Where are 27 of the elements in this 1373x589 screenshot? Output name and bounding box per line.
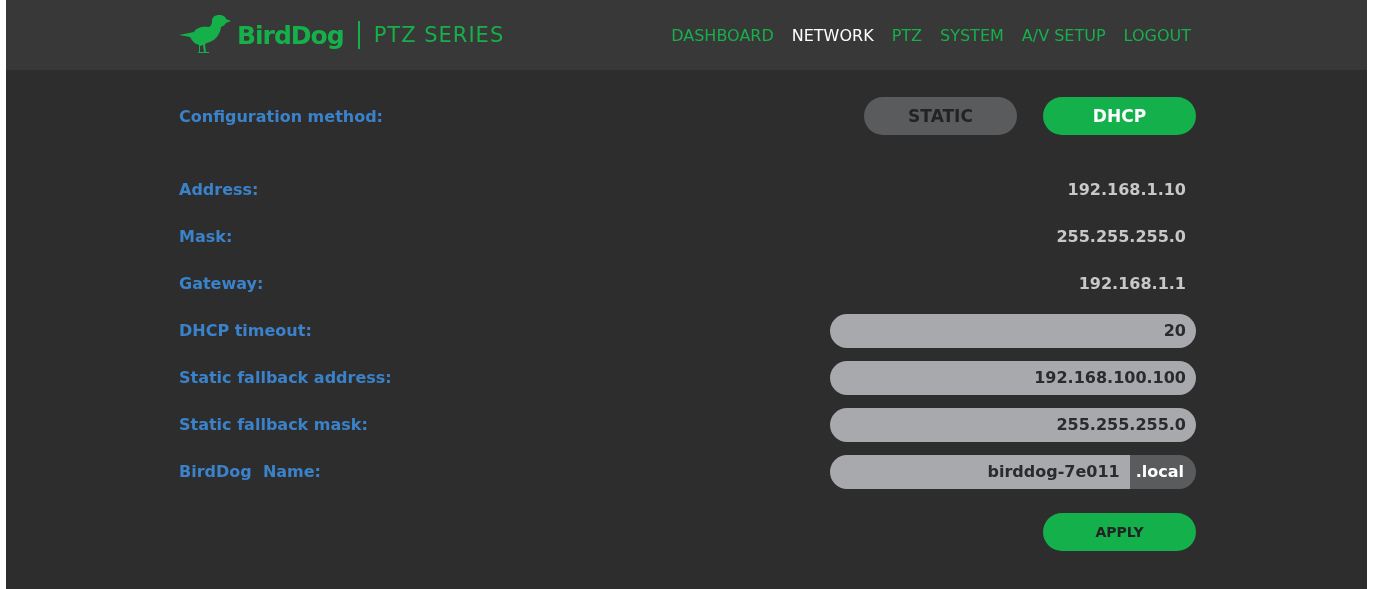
brand-name: BirdDog [237, 20, 344, 50]
nav-link[interactable]: PTZ [891, 25, 923, 45]
field-value: 192.168.1.10 [1067, 180, 1187, 199]
field-label: Static fallback address: [179, 368, 392, 387]
field-label: Gateway: [179, 274, 264, 293]
product-series: PTZ SERIES [373, 23, 505, 47]
field-label: BirdDog Name: [179, 462, 321, 481]
input-field[interactable]: 192.168.100.100 [830, 360, 1196, 395]
field-value: 192.168.1.1 [1078, 274, 1187, 293]
mode-toggle-button[interactable]: DHCP [1043, 97, 1196, 135]
field-label: Mask: [179, 227, 233, 246]
field-label: DHCP timeout: [179, 321, 312, 340]
input-field[interactable]: 255.255.255.0 [830, 407, 1196, 442]
apply-button[interactable]: APPLY [1043, 513, 1196, 551]
nav-link[interactable]: NETWORK [791, 25, 874, 45]
nav-link[interactable]: DASHBOARD [671, 25, 774, 45]
field-value: 255.255.255.0 [1056, 227, 1187, 246]
domain-suffix: .local [1129, 454, 1196, 489]
field-label: Static fallback mask: [179, 415, 368, 434]
nav-link[interactable]: SYSTEM [940, 25, 1004, 45]
input-field[interactable]: 20 [830, 313, 1196, 348]
nav-link[interactable]: LOGOUT [1123, 25, 1191, 45]
mode-toggle-button[interactable]: STATIC [864, 97, 1017, 135]
nav-link[interactable]: A/V SETUP [1021, 25, 1106, 45]
input-field[interactable]: birddog-7e011 [830, 454, 1130, 489]
field-label: Address: [179, 180, 259, 199]
field-label: Configuration method: [179, 106, 383, 126]
